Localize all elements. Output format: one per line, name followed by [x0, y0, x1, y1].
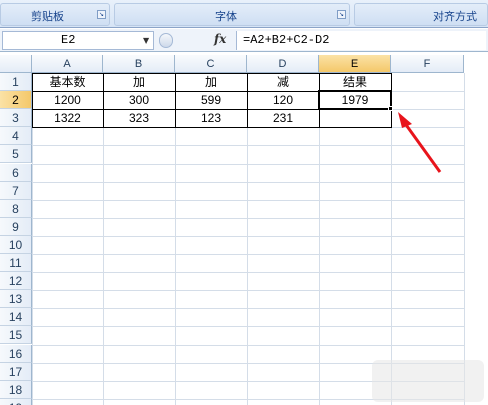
annotation-arrow	[398, 112, 442, 173]
annotation-arrow-line	[402, 121, 442, 173]
annotation-arrow-head	[398, 112, 412, 128]
watermark-logo	[372, 360, 484, 402]
